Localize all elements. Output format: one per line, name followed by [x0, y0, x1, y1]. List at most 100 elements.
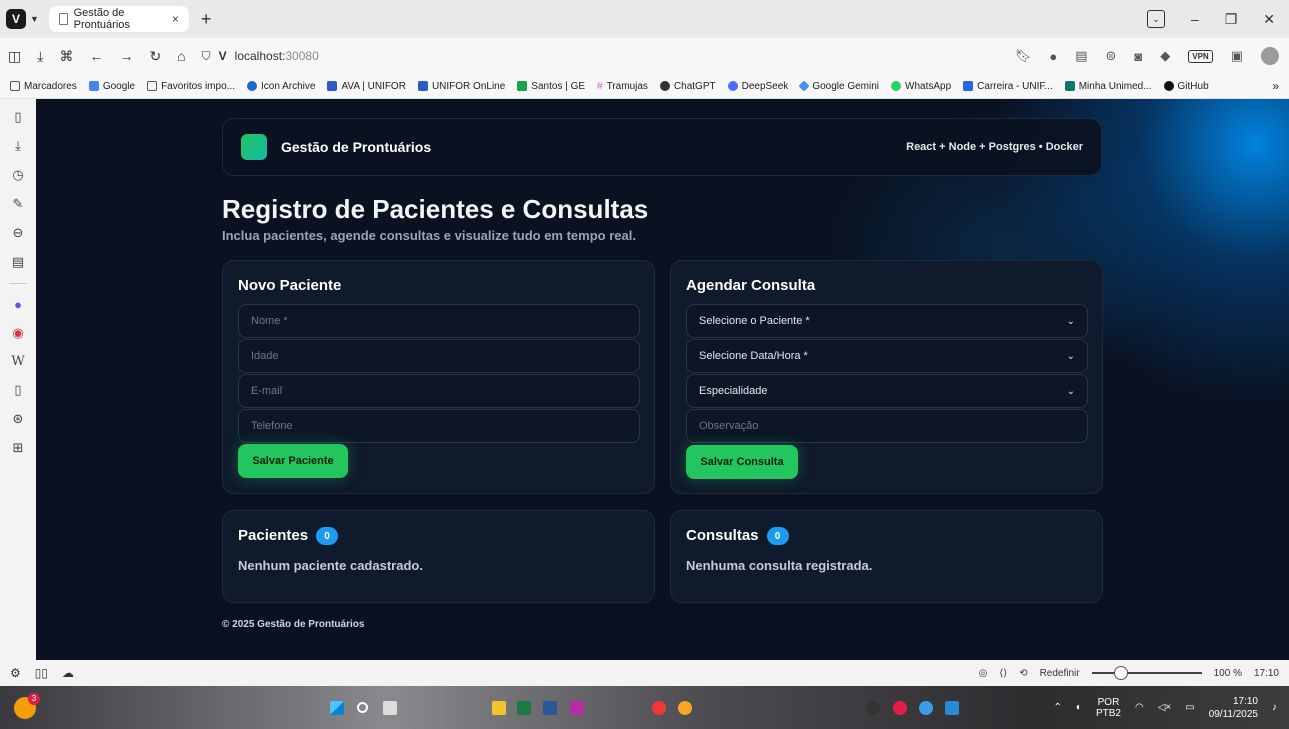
wifi-icon[interactable]: ◠ [1135, 702, 1144, 713]
panel-toggle-icon[interactable]: ◫ [8, 48, 21, 65]
tiling-icon[interactable]: ▯▯ [35, 666, 48, 680]
bookmark-unifor-online[interactable]: UNIFOR OnLine [417, 81, 505, 92]
history-panel-icon[interactable]: ◷ [12, 167, 23, 183]
browser-tab[interactable]: Gestão de Prontuários × [48, 6, 189, 32]
nome-input[interactable]: Nome * [238, 304, 640, 338]
bookmark-github[interactable]: GitHub [1163, 81, 1209, 92]
chrome-taskbar-icon[interactable] [678, 700, 692, 715]
close-window-button[interactable]: ✕ [1263, 11, 1275, 28]
search-icon[interactable] [357, 702, 368, 713]
profile-avatar[interactable] [1261, 47, 1279, 65]
observacao-input[interactable]: Observação [686, 409, 1088, 443]
bookmark-ava-unifor[interactable]: AVA | UNIFOR [327, 81, 406, 92]
vivaldi-taskbar-icon[interactable] [652, 700, 666, 715]
zoom-slider-handle[interactable] [1113, 666, 1128, 680]
cloud-icon[interactable]: ☁ [62, 666, 74, 680]
excel-icon[interactable] [517, 700, 531, 715]
bookmark-unimed[interactable]: Minha Unimed... [1064, 81, 1152, 92]
notes-panel-icon[interactable]: ✎ [13, 196, 24, 212]
weather-widget[interactable]: 3 [14, 692, 40, 719]
idade-input[interactable]: Idade [238, 339, 640, 373]
reading-list-icon[interactable]: ⊖ [13, 225, 24, 241]
close-tab-icon[interactable]: × [172, 12, 179, 26]
shield-extension-icon[interactable]: ● [1049, 49, 1057, 64]
bookmark-carreira[interactable]: Carreira - UNIF... [963, 81, 1053, 92]
home-button[interactable]: ⌂ [177, 48, 185, 64]
chatgpt-panel-icon[interactable]: ⊛ [13, 411, 24, 427]
document-extension-icon[interactable]: ▤ [1075, 48, 1087, 64]
chatgpt-taskbar-icon[interactable] [866, 700, 880, 715]
opera-taskbar-icon[interactable] [893, 700, 907, 715]
capture-icon[interactable]: ◎ [979, 668, 988, 679]
zoom-level: 100 % [1213, 667, 1242, 679]
bookmark-icon[interactable]: 🔖︎ [1015, 48, 1032, 64]
vpn-button[interactable]: VPN [1188, 49, 1213, 63]
forward-button[interactable]: → [119, 48, 133, 64]
vivaldi-panel-icon[interactable]: ◉ [12, 325, 23, 341]
datahora-select[interactable]: Selecione Data/Hora * ⌄ [686, 339, 1088, 373]
download-icon[interactable]: ⤓ [37, 48, 43, 65]
bookmark-tramujas[interactable]: # Tramujas [597, 81, 648, 93]
telefone-input[interactable]: Telefone [238, 409, 640, 443]
tray-app-icon[interactable]: ◐ [1076, 702, 1082, 713]
tab-list-button[interactable]: ⌄ [1146, 10, 1165, 28]
bookmark-whatsapp[interactable]: WhatsApp [891, 81, 951, 92]
chevron-down-icon[interactable]: ▼ [30, 14, 39, 24]
window-panel-icon[interactable]: ▤ [12, 254, 24, 270]
file-explorer-icon[interactable] [492, 700, 506, 715]
url-field[interactable]: ⛉ V localhost:30080 [202, 49, 319, 64]
restore-button[interactable]: ❐ [1225, 11, 1238, 28]
bookmarks-panel-icon[interactable]: ▯ [14, 109, 21, 125]
chevron-up-icon[interactable]: ⌃ [1054, 702, 1062, 713]
minimize-button[interactable]: – [1191, 11, 1199, 27]
bookmark-google[interactable]: Google [88, 81, 135, 92]
reload-button[interactable]: ↻ [149, 48, 161, 65]
bookmark-chatgpt[interactable]: ChatGPT [659, 81, 716, 92]
bookmark-santos-ge[interactable]: Santos | GE [517, 81, 585, 92]
unimed-icon [1064, 81, 1075, 91]
word-icon[interactable] [543, 700, 557, 715]
wikipedia-icon[interactable]: W [11, 354, 24, 369]
page-panel-icon[interactable]: ▯ [14, 382, 21, 398]
new-tab-button[interactable]: + [201, 9, 212, 30]
volume-icon[interactable]: ◁× [1158, 702, 1172, 713]
battery-icon[interactable]: ▭ [1185, 702, 1194, 713]
bookmark-icon-archive[interactable]: Icon Archive [246, 81, 315, 92]
downloads-panel-icon[interactable]: ⤓ [15, 138, 21, 154]
especialidade-select[interactable]: Especialidade ⌄ [686, 374, 1088, 408]
puzzle-icon[interactable]: ◆ [1160, 48, 1170, 64]
app-icon[interactable] [570, 700, 584, 715]
page-actions-icon[interactable]: ⟨⟩ [999, 668, 1007, 679]
page-subtitle: Inclua pacientes, agende consultas e vis… [222, 228, 636, 243]
paciente-select[interactable]: Selecione o Paciente * ⌄ [686, 304, 1088, 338]
bookmark-gemini[interactable]: Google Gemini [798, 80, 879, 92]
reader-icon[interactable]: ⊜ [1105, 48, 1116, 64]
docker-taskbar-icon[interactable] [919, 700, 933, 715]
salvar-paciente-button[interactable]: Salvar Paciente [238, 444, 348, 478]
language-indicator[interactable]: POR PTB2 [1096, 697, 1121, 719]
bell-icon[interactable]: ♪ [1272, 702, 1277, 713]
vivaldi-menu-button[interactable]: V [6, 9, 26, 29]
browser-titlebar: V ▼ Gestão de Prontuários × + ⌄ – ❐ ✕ [0, 0, 1289, 38]
zoom-reset-label[interactable]: Redefinir [1040, 668, 1080, 679]
settings-icon[interactable]: ⚙ [10, 666, 21, 680]
add-panel-icon[interactable]: ⊞ [13, 440, 24, 456]
bookmark-deepseek[interactable]: DeepSeek [727, 81, 788, 92]
mastodon-icon[interactable]: ● [14, 297, 22, 312]
task-view-icon[interactable] [383, 700, 397, 715]
gift-icon[interactable]: ▣ [1231, 48, 1243, 64]
bookmark-favoritos[interactable]: Favoritos impo... [147, 81, 235, 92]
translate-icon[interactable]: ⌘ [59, 48, 73, 65]
vscode-taskbar-icon[interactable] [945, 700, 959, 715]
zoom-reset-icon[interactable]: ⟲ [1019, 668, 1027, 679]
camera-icon[interactable]: ◙ [1134, 49, 1142, 64]
salvar-consulta-button[interactable]: Salvar Consulta [686, 445, 798, 479]
windows-start-icon[interactable] [330, 700, 344, 715]
taskbar-clock[interactable]: 17:10 09/11/2025 [1209, 695, 1258, 721]
bookmark-marcadores[interactable]: Marcadores [10, 81, 77, 92]
folder-icon [147, 81, 158, 91]
back-button[interactable]: ← [89, 48, 103, 64]
zoom-slider[interactable] [1091, 666, 1202, 680]
email-input[interactable]: E-mail [238, 374, 640, 408]
more-bookmarks-icon[interactable]: » [1272, 79, 1279, 93]
